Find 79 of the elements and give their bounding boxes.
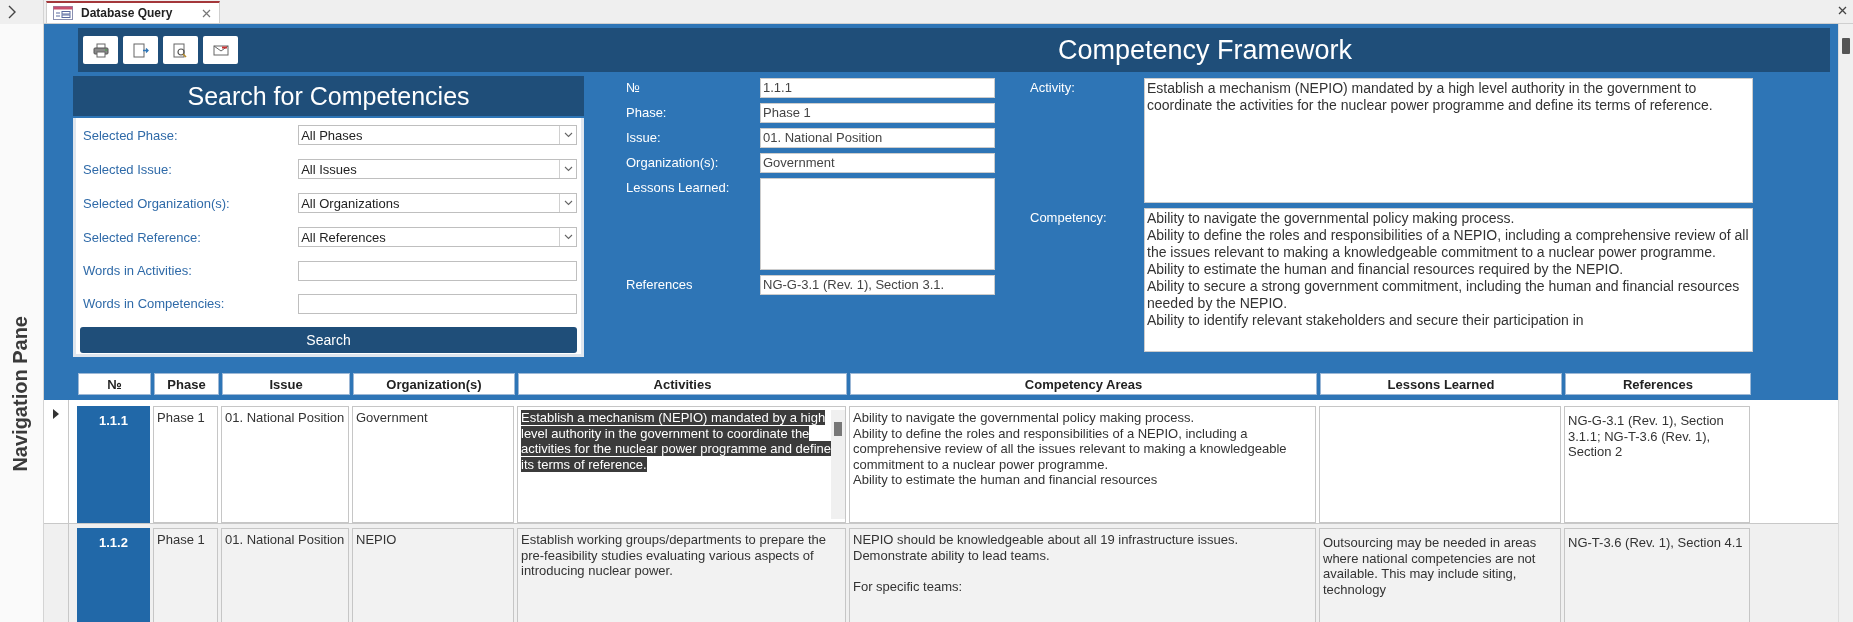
filter-label: Words in Activities: (82, 263, 193, 278)
export-button[interactable] (123, 36, 158, 64)
column-header: References (1565, 373, 1751, 395)
text-field[interactable]: 1.1.1 (760, 78, 995, 98)
field-label: № (626, 79, 641, 95)
print-button[interactable] (83, 36, 118, 64)
field-label: Lessons Learned: (626, 179, 731, 195)
expand-chevron-icon[interactable] (7, 5, 17, 19)
table-cell: NG-T-3.6 (Rev. 1), Section 4.1 (1564, 528, 1750, 622)
activity-field[interactable]: Establish a mechanism (NEPIO) mandated by a high level authority in the government to coordinate the activities for the nuclear power programme and define its terms of reference. (1144, 78, 1753, 203)
dropdown-field[interactable]: All Phases (298, 125, 577, 145)
chevron-down-icon (563, 200, 573, 206)
column-header: Activities (518, 373, 847, 395)
tab-label: Database Query (81, 6, 173, 20)
dropdown-field[interactable]: All Organizations (298, 193, 577, 213)
chevron-down-icon (563, 234, 573, 240)
chevron-down-icon (563, 132, 573, 138)
table-cell[interactable]: Establish working groups/departments to prepare the pre-feasibility studies evaluating various aspects of introducing nuclear power. (517, 528, 846, 622)
dropdown-field[interactable]: All References (298, 227, 577, 247)
input-field[interactable] (298, 260, 577, 281)
close-icon[interactable] (1838, 6, 1847, 15)
scrollbar[interactable] (1838, 24, 1853, 622)
close-icon[interactable] (202, 8, 212, 18)
document-tab[interactable]: Database Query (46, 1, 221, 23)
navigation-pane-label[interactable]: Navigation Pane (9, 316, 32, 472)
email-button[interactable] (203, 36, 238, 64)
column-header: Organization(s) (353, 373, 515, 395)
filter-label: Selected Phase: (82, 127, 179, 143)
current-record-icon (53, 409, 59, 419)
field-label: Phase: (626, 104, 668, 120)
input-field[interactable] (298, 293, 577, 314)
table-cell: Government (352, 406, 514, 523)
scrollbar-thumb[interactable] (834, 422, 842, 436)
record-number-cell: 1.1.1 (77, 406, 150, 523)
field-label: Activity: (1030, 79, 1076, 95)
text-field[interactable]: Government (760, 153, 995, 173)
form-icon (53, 6, 73, 20)
cell-scrollbar[interactable] (831, 410, 845, 519)
filter-label: Words in Competencies: (82, 296, 226, 311)
text-field[interactable]: 01. National Position (760, 128, 995, 148)
column-header: Lessons Learned (1320, 373, 1562, 395)
column-header: Competency Areas (850, 373, 1317, 395)
column-header: № (78, 373, 151, 395)
table-cell: NG-G-3.1 (Rev. 1), Section 3.1.1; NG-T-3.6 (Rev. 1), Section 2 (1564, 406, 1750, 523)
chevron-down-icon (563, 166, 573, 172)
form-title: Competency Framework (1058, 34, 1353, 66)
field-label: Organization(s): (626, 154, 720, 170)
text-field[interactable]: Phase 1 (760, 103, 995, 123)
table-cell: Ability to navigate the governmental policy making process. Ability to define the roles and responsibilities of a NEPIO, including a comprehensive review of all the issues relevant to making a knowledgeable commitment to a nuclear power programme. Ability to estimate the human and financial resources (849, 406, 1316, 523)
table-cell: NEPIO (352, 528, 514, 622)
dropdown-field[interactable]: All Issues (298, 159, 577, 179)
table-cell: Outsourcing may be needed in areas where national competencies are not available. This may include siting, technology (1319, 528, 1561, 622)
page-magnifier-icon (172, 42, 189, 58)
filter-label: Selected Issue: (82, 161, 173, 177)
memo-field[interactable] (760, 178, 995, 270)
field-label: References (626, 276, 694, 292)
table-cell: Phase 1 (153, 528, 218, 622)
preview-button[interactable] (163, 36, 198, 64)
table-cell: Phase 1 (153, 406, 218, 523)
table-cell: 01. National Position (221, 406, 349, 523)
field-label: Issue: (626, 129, 662, 145)
table-cell: NEPIO should be knowledgeable about all 19 infrastructure issues. Demonstrate ability to lead teams. For specific teams: (849, 528, 1316, 622)
text-field[interactable]: NG-G-3.1 (Rev. 1), Section 3.1. (760, 275, 995, 295)
column-header: Phase (154, 373, 219, 395)
document-arrow-icon (132, 42, 149, 58)
search-panel-title: Search for Competencies (73, 76, 584, 118)
printer-icon (92, 42, 109, 58)
table-cell[interactable]: Establish a mechanism (NEPIO) mandated by a high level authority in the government to coordinate the activities for the nuclear power programme and define its terms of reference. (517, 406, 846, 523)
table-cell: 01. National Position (221, 528, 349, 622)
table-row[interactable] (44, 400, 1838, 524)
field-label: Competency: (1030, 209, 1108, 225)
scrollbar-thumb[interactable] (1842, 38, 1850, 54)
competency-field[interactable]: Ability to navigate the governmental policy making process. Ability to define the roles and responsibilities of a NEPIO, including a comprehensive review of all the issues relevant to making a knowledgeable commitment to a nuclear power programme. Ability to estimate the human and financial resources required by the NEPIO. Ability to secure a strong government commitment, including the human and financial resources needed by the NEPIO. Ability to identify relevant stakeholders and secure their participation in (1144, 208, 1753, 352)
column-header: Issue (222, 373, 350, 395)
envelope-icon (212, 42, 229, 58)
filter-label: Selected Organization(s): (82, 195, 231, 211)
filter-label: Selected Reference: (82, 229, 202, 245)
search-button[interactable]: Search (80, 327, 577, 353)
record-number-cell: 1.1.2 (77, 528, 150, 622)
